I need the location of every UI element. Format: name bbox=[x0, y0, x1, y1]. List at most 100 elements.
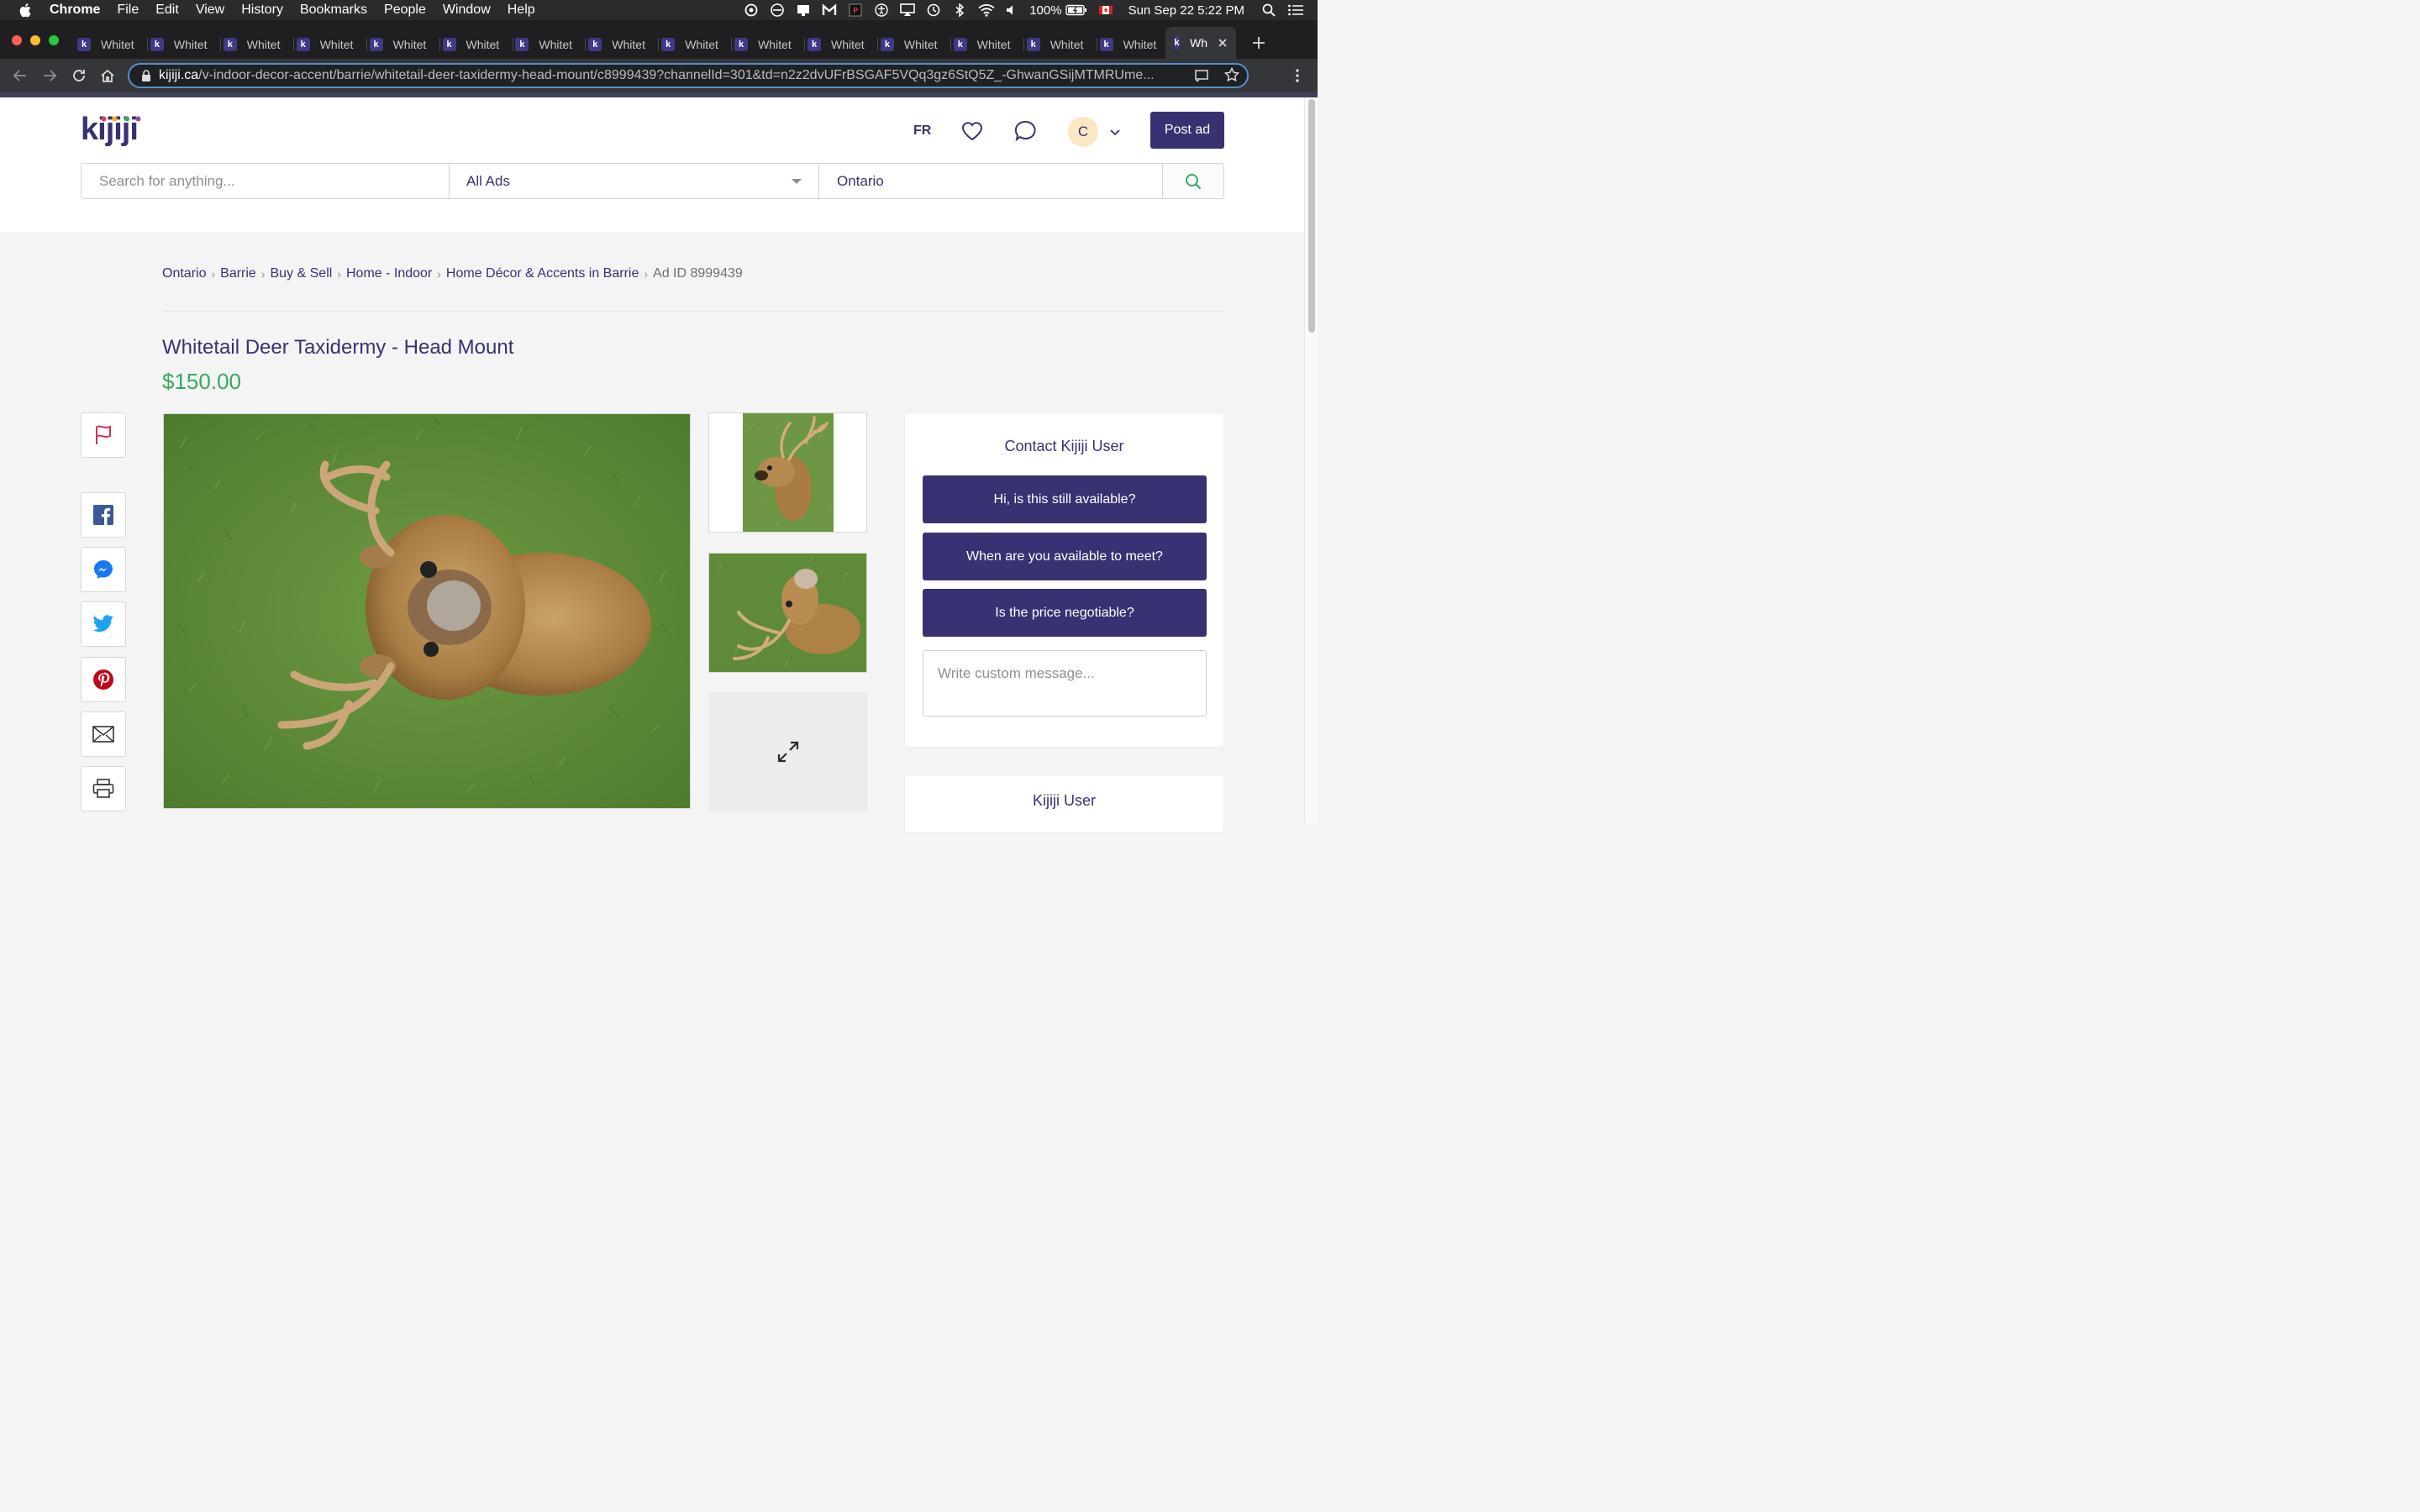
tab-inactive[interactable]: k Whitet bbox=[77, 32, 148, 57]
tab-inactive[interactable]: k Whitet bbox=[734, 32, 806, 57]
sync-icon[interactable] bbox=[770, 3, 785, 17]
menu-view[interactable]: View bbox=[196, 3, 224, 18]
window-close-button[interactable] bbox=[12, 35, 22, 45]
seller-profile-card: Kijiji User bbox=[904, 774, 1224, 833]
lock-icon[interactable] bbox=[141, 70, 151, 81]
tab-inactive[interactable]: k Whitet bbox=[953, 32, 1024, 57]
breadcrumb-item-buy-sell[interactable]: Buy & Sell bbox=[271, 266, 333, 281]
favourites-heart-icon[interactable] bbox=[960, 119, 984, 143]
contact-seller-card: Contact Kijiji User Hi, is this still av… bbox=[904, 412, 1224, 748]
menu-bookmarks[interactable]: Bookmarks bbox=[300, 3, 367, 18]
window-zoom-button[interactable] bbox=[49, 35, 59, 45]
quick-reply-price-negotiable-button[interactable]: Is the price negotiable? bbox=[923, 589, 1207, 637]
forward-icon[interactable] bbox=[39, 66, 60, 86]
back-icon[interactable] bbox=[10, 66, 30, 86]
listing-thumbnail-1[interactable] bbox=[708, 412, 867, 533]
page-scrollbar[interactable] bbox=[1304, 97, 1318, 823]
tab-inactive[interactable]: k Whitet bbox=[880, 32, 951, 57]
post-ad-button[interactable]: Post ad bbox=[1150, 112, 1224, 149]
tab-close-icon[interactable] bbox=[1218, 38, 1228, 48]
user-avatar[interactable]: C bbox=[1068, 117, 1098, 147]
main-listing-photo[interactable] bbox=[163, 413, 691, 809]
bookmark-star-icon[interactable] bbox=[1223, 66, 1240, 87]
accessibility-icon[interactable] bbox=[874, 3, 889, 17]
tab-separator bbox=[658, 38, 660, 51]
tab-inactive[interactable]: k Whitet bbox=[442, 32, 513, 57]
volume-icon[interactable] bbox=[1004, 3, 1019, 17]
quick-reply-still-available-button[interactable]: Hi, is this still available? bbox=[923, 475, 1207, 523]
tab-inactive[interactable]: k Whitet bbox=[808, 32, 878, 57]
new-tab-button[interactable] bbox=[1250, 34, 1267, 51]
app-p-icon[interactable]: P bbox=[848, 3, 863, 17]
notification-center-icon[interactable] bbox=[1287, 3, 1303, 17]
chevron-down-icon[interactable] bbox=[1109, 126, 1121, 138]
cast-icon[interactable] bbox=[1194, 68, 1209, 87]
tab-inactive[interactable]: k Whitet bbox=[369, 32, 440, 57]
menu-file[interactable]: File bbox=[117, 3, 139, 18]
address-bar[interactable]: kijiji.ca/v-indoor-decor-accent/barrie/w… bbox=[128, 63, 1249, 88]
menu-history[interactable]: History bbox=[241, 3, 283, 18]
view-gallery-button[interactable] bbox=[708, 692, 867, 811]
kijiji-favicon-icon: k bbox=[734, 38, 749, 51]
tab-inactive[interactable]: k Whitet bbox=[296, 32, 367, 57]
menu-window[interactable]: Window bbox=[443, 3, 491, 18]
share-email-button[interactable] bbox=[81, 711, 126, 757]
tab-active[interactable]: k Wh bbox=[1165, 27, 1236, 59]
kijiji-favicon-icon: k bbox=[150, 38, 164, 51]
display-icon[interactable] bbox=[796, 3, 811, 17]
tab-inactive[interactable]: k Whitet bbox=[588, 32, 660, 57]
menu-help[interactable]: Help bbox=[508, 3, 535, 18]
category-select[interactable]: All Ads bbox=[450, 164, 819, 198]
menu-app-name[interactable]: Chrome bbox=[50, 3, 100, 18]
tab-inactive[interactable]: k Whitet bbox=[1099, 32, 1171, 57]
bluetooth-icon[interactable] bbox=[952, 3, 967, 18]
tab-inactive[interactable]: k Whitet bbox=[661, 32, 733, 57]
tab-inactive[interactable]: k Whitet bbox=[1026, 32, 1097, 57]
time-machine-icon[interactable] bbox=[926, 3, 941, 17]
location-input[interactable]: Ontario bbox=[819, 164, 1163, 198]
breadcrumb-item-ontario[interactable]: Ontario bbox=[162, 266, 206, 281]
kijiji-logo[interactable]: kijiji bbox=[81, 112, 148, 158]
spotlight-icon[interactable] bbox=[1261, 3, 1276, 17]
quick-reply-available-to-meet-button[interactable]: When are you available to meet? bbox=[923, 533, 1207, 580]
messages-bubble-icon[interactable] bbox=[1013, 119, 1037, 143]
tab-separator bbox=[585, 38, 587, 51]
creative-cloud-icon[interactable] bbox=[744, 3, 759, 17]
breadcrumb-item-home-indoor[interactable]: Home - Indoor bbox=[346, 266, 432, 281]
print-button[interactable] bbox=[81, 766, 126, 811]
share-messenger-button[interactable] bbox=[81, 547, 126, 592]
menu-datetime[interactable]: Sun Sep 22 5:22 PM bbox=[1128, 3, 1244, 18]
tab-inactive[interactable]: k Whitet bbox=[515, 32, 587, 57]
report-ad-button[interactable] bbox=[81, 412, 126, 458]
contact-heading: Contact Kijiji User bbox=[1004, 438, 1124, 454]
chrome-menu-icon[interactable] bbox=[1292, 67, 1302, 88]
search-button[interactable] bbox=[1163, 164, 1223, 198]
share-facebook-button[interactable] bbox=[81, 492, 126, 538]
apple-icon[interactable] bbox=[17, 3, 35, 18]
share-pinterest-button[interactable] bbox=[81, 657, 126, 702]
listing-thumbnail-2[interactable] bbox=[708, 553, 867, 673]
home-icon[interactable] bbox=[97, 66, 118, 86]
language-toggle[interactable]: FR bbox=[913, 123, 931, 139]
reload-icon[interactable] bbox=[69, 66, 89, 86]
kijiji-favicon-icon: k bbox=[515, 38, 529, 51]
seller-name[interactable]: Kijiji User bbox=[905, 792, 1223, 810]
airplay-icon[interactable] bbox=[900, 3, 915, 17]
canada-flag-icon[interactable] bbox=[1098, 3, 1113, 17]
breadcrumb-item-barrie[interactable]: Barrie bbox=[220, 266, 256, 281]
scrollbar-thumb[interactable] bbox=[1308, 99, 1315, 333]
battery-icon[interactable] bbox=[1065, 3, 1087, 17]
tab-inactive[interactable]: k Whitet bbox=[223, 32, 294, 57]
malwarebytes-icon[interactable] bbox=[822, 3, 837, 17]
menu-edit[interactable]: Edit bbox=[155, 3, 179, 18]
kijiji-favicon-icon: k bbox=[880, 38, 894, 51]
menu-people[interactable]: People bbox=[384, 3, 426, 18]
tab-inactive[interactable]: k Whitet bbox=[150, 32, 221, 57]
custom-message-textarea[interactable]: Write custom message... bbox=[923, 650, 1207, 717]
wifi-icon[interactable] bbox=[978, 3, 995, 17]
window-minimize-button[interactable] bbox=[30, 35, 40, 45]
share-twitter-button[interactable] bbox=[81, 601, 126, 647]
breadcrumb-item-home-decor[interactable]: Home Décor & Accents in Barrie bbox=[446, 266, 639, 281]
tab-separator bbox=[804, 38, 806, 51]
search-input[interactable]: Search for anything... bbox=[82, 164, 450, 198]
